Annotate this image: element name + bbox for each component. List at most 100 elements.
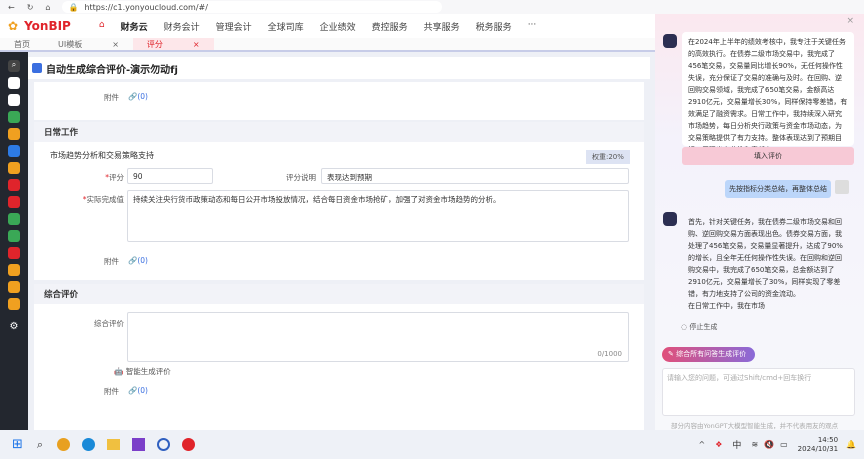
weight-badge: 权重:20% xyxy=(586,150,630,164)
attachment-link[interactable]: 🔗(0) xyxy=(128,386,148,395)
attachment-label: 附件 xyxy=(104,257,119,266)
volume-muted-icon[interactable]: 🔇 xyxy=(764,440,774,449)
app-icon[interactable] xyxy=(8,281,20,293)
app-icon[interactable] xyxy=(8,298,20,310)
daily-work-section: 日常工作 市场趋势分析和交易策略支持 权重:20% *评分 90 评分说明 表现… xyxy=(34,122,644,280)
app-icon[interactable] xyxy=(8,111,20,123)
user-message: 先按指标分类总结，再整体总结 xyxy=(725,180,831,198)
notification-bell-icon[interactable]: 🔔 xyxy=(846,440,856,449)
logo: ✿ YonBIP xyxy=(8,19,71,33)
close-icon[interactable]: × xyxy=(193,40,200,49)
windows-start-icon[interactable]: ⊞ xyxy=(12,437,23,452)
magic-wand-icon: ✎ xyxy=(668,350,674,358)
overall-textarea[interactable]: 0/1000 xyxy=(127,312,629,362)
app-header: ✿ YonBIP ⌂ 财务云 财务会计 管理会计 全球司库 企业绩效 费控服务 共… xyxy=(0,14,655,38)
task-name: 市场趋势分析和交易策略支持 xyxy=(50,151,154,160)
smart-generate-button[interactable]: 🤖 智能生成评价 xyxy=(114,366,171,377)
chrome-icon[interactable] xyxy=(57,438,71,451)
app-icon[interactable] xyxy=(157,438,171,451)
attachment-label: 附件 xyxy=(104,387,119,396)
sidebar: ⌕ ⚙ xyxy=(0,52,28,430)
app-icon[interactable] xyxy=(8,145,20,157)
wifi-icon[interactable]: ≋ xyxy=(751,440,758,449)
generate-from-all-button[interactable]: ✎ 综合所有问答生成评价 xyxy=(662,347,755,362)
section-header: 日常工作 xyxy=(34,122,644,142)
app-icon[interactable] xyxy=(8,230,20,242)
tab-ui-template[interactable]: UI模板 × xyxy=(44,38,133,50)
edge-icon[interactable] xyxy=(82,438,96,451)
attachment-link[interactable]: 🔗(0) xyxy=(128,256,148,265)
app-icon[interactable] xyxy=(8,162,20,174)
nav-item[interactable]: 企业绩效 xyxy=(320,20,356,33)
folder-icon[interactable] xyxy=(8,77,20,89)
overall-label: 综合评价 xyxy=(94,319,124,328)
reload-icon[interactable]: ↻ xyxy=(27,3,34,12)
url-text: https://c1.yonyoucloud.com/#/ xyxy=(84,2,208,12)
user-avatar xyxy=(835,180,849,194)
overall-section: 综合评价 综合评价 0/1000 🤖 智能生成评价 附件 🔗(0) xyxy=(34,284,644,430)
app-icon[interactable] xyxy=(8,196,20,208)
close-icon[interactable]: × xyxy=(846,16,854,26)
actual-value-textarea[interactable]: 持续关注央行货币政策动态和每日公开市场投放情况，结合每日资金市场抢矿，加强了对资… xyxy=(127,190,629,242)
nav-item[interactable]: 财务会计 xyxy=(164,20,200,33)
app-icon[interactable] xyxy=(132,438,146,451)
app-icon[interactable] xyxy=(8,179,20,191)
tab-score[interactable]: 评分 × xyxy=(132,38,214,50)
search-icon[interactable]: ⌕ xyxy=(8,60,20,72)
nav-item[interactable]: 税务服务 xyxy=(476,20,512,33)
nav-item[interactable]: 费控服务 xyxy=(372,20,408,33)
section-header: 综合评价 xyxy=(34,284,644,304)
browser-toolbar: ← ↻ ⌂ 🔒 https://c1.yonyoucloud.com/#/ xyxy=(0,0,864,14)
paperclip-icon: 🔗 xyxy=(128,92,138,101)
score-label: 评分 xyxy=(109,173,124,182)
score-desc-label: 评分说明 xyxy=(286,173,316,182)
nav-item[interactable]: 财务云 xyxy=(121,20,148,33)
attachment-link[interactable]: 🔗(0) xyxy=(128,92,148,101)
score-input[interactable]: 90 xyxy=(127,168,213,184)
ime-indicator[interactable]: 中 xyxy=(732,438,741,451)
nav-more[interactable]: ··· xyxy=(528,20,537,33)
app-icon[interactable] xyxy=(8,264,20,276)
tab-bar: 首页 UI模板 × 评分 × xyxy=(0,38,655,52)
main-content: 自动生成综合评价-演示勿动fj 附件 🔗(0) 日常工作 市场趋势分析和交易策略… xyxy=(28,52,650,430)
clock[interactable]: 14:50 2024/10/31 xyxy=(798,436,838,454)
attachment-row-top: 附件 🔗(0) xyxy=(34,82,644,120)
document-icon xyxy=(32,63,42,73)
fill-evaluation-button[interactable]: 填入评价 xyxy=(682,147,854,165)
close-icon[interactable]: × xyxy=(112,40,119,49)
bot-avatar xyxy=(663,212,677,226)
bot-message-continued: 在日常工作中，我在市场 xyxy=(688,302,765,310)
message-icon[interactable] xyxy=(8,94,20,106)
back-icon[interactable]: ← xyxy=(8,3,15,12)
robot-icon: 🤖 xyxy=(114,367,124,376)
actual-label: 实际完成值 xyxy=(86,195,125,204)
top-nav: ⌂ 财务云 财务会计 管理会计 全球司库 企业绩效 费控服务 共享服务 税务服务… xyxy=(99,20,536,33)
app-icon[interactable] xyxy=(8,128,20,140)
tray-chevron-icon[interactable]: ^ xyxy=(699,440,706,449)
question-input[interactable]: 请输入您的问题，可通过Shift/cmd+回车换行 xyxy=(662,368,855,416)
tray-app-icon[interactable]: ❖ xyxy=(715,440,722,449)
grid-logo-icon: ✿ xyxy=(8,19,19,33)
bot-message: 在2024年上半年的绩效考核中，我专注于关键任务的高效执行。在债券二级市场交易中… xyxy=(682,32,854,154)
file-explorer-icon[interactable] xyxy=(107,439,121,450)
search-icon[interactable]: ⌕ xyxy=(37,438,43,452)
settings-icon[interactable]: ⚙ xyxy=(8,321,20,333)
spinner-icon: ◌ xyxy=(681,323,688,331)
nav-item[interactable]: 共享服务 xyxy=(424,20,460,33)
char-count: 0/1000 xyxy=(597,350,622,358)
tab-home[interactable]: 首页 xyxy=(0,38,44,50)
battery-icon[interactable]: ▭ xyxy=(780,440,788,449)
nav-item[interactable]: 全球司库 xyxy=(268,20,304,33)
nav-item[interactable]: 管理会计 xyxy=(216,20,252,33)
bot-avatar xyxy=(663,34,677,48)
home-icon[interactable]: ⌂ xyxy=(45,3,50,12)
lock-icon: 🔒 xyxy=(68,2,79,12)
app-icon[interactable] xyxy=(8,213,20,225)
page-title: 自动生成综合评价-演示勿动fj xyxy=(28,57,650,79)
app-icon[interactable] xyxy=(182,438,196,451)
stop-generating-button[interactable]: ◌ 停止生成 xyxy=(681,322,717,332)
address-bar[interactable]: 🔒 https://c1.yonyoucloud.com/#/ xyxy=(62,1,443,13)
score-desc-input[interactable]: 表现达到预期 xyxy=(321,168,629,184)
home-nav-icon[interactable]: ⌂ xyxy=(99,20,105,33)
app-icon[interactable] xyxy=(8,247,20,259)
